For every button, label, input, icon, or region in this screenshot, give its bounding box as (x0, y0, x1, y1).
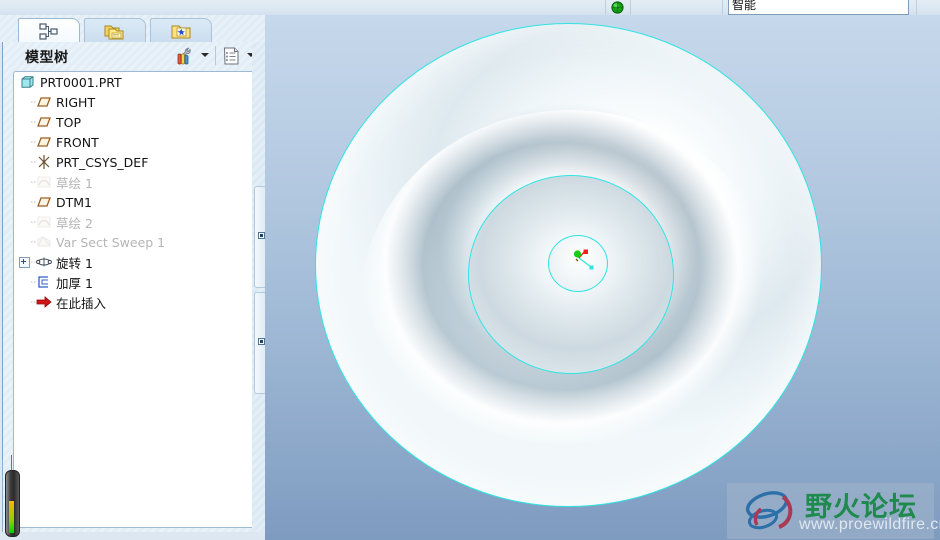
coordinate-system-triad (565, 240, 605, 280)
tree-item-label: PRT0001.PRT (40, 74, 122, 90)
tab-folder-browser[interactable] (84, 18, 146, 44)
folder-stack-icon (103, 22, 127, 41)
tree-guide-line (14, 292, 36, 312)
toolbar-separator (916, 0, 917, 15)
datum-plane-icon (36, 94, 52, 110)
list-icon[interactable] (221, 46, 241, 69)
tree-item-5[interactable]: 草绘 1 (14, 172, 254, 192)
smart-selection-field[interactable]: 智能 (728, 0, 901, 15)
tree-item-label: RIGHT (56, 94, 96, 110)
tree-item-label: Var Sect Sweep 1 (56, 234, 166, 250)
tree-guide-line (14, 232, 36, 252)
toolbar-separator (605, 0, 606, 15)
tree-item-label: DTM1 (56, 194, 92, 210)
sketch-icon (36, 214, 52, 230)
tree-item-10[interactable]: 加厚 1 (14, 272, 254, 292)
tree-guide-line (14, 132, 36, 152)
page-title: 模型树 (25, 50, 69, 66)
tree-guide-line (14, 272, 36, 292)
thicken-icon (36, 274, 52, 290)
model-tree-panel-header: 模型树 (3, 42, 262, 70)
tab-favorites[interactable] (150, 18, 212, 44)
model-tree-icon (38, 22, 60, 41)
tab-model-tree[interactable] (18, 18, 80, 44)
tree-guide-line (14, 252, 36, 272)
tree-item-8[interactable]: Var Sect Sweep 1 (14, 232, 254, 252)
tree-item-2[interactable]: TOP (14, 112, 254, 132)
tree-item-label: FRONT (56, 134, 99, 150)
csys-icon (36, 154, 52, 170)
tree-item-label: TOP (56, 114, 82, 130)
tree-guide-line (14, 152, 36, 172)
smart-selection-field-extension[interactable] (896, 0, 909, 15)
tree-guide-line (14, 92, 36, 112)
tree-item-4[interactable]: PRT_CSYS_DEF (14, 152, 254, 172)
tree-item-7[interactable]: 草绘 2 (14, 212, 254, 232)
insert-here-icon (36, 294, 52, 310)
tree-item-6[interactable]: DTM1 (14, 192, 254, 212)
tree-item-label: 加厚 1 (56, 275, 93, 291)
part-icon (20, 74, 36, 90)
watermark-url: www.proewildfire.cn (799, 516, 940, 533)
regeneration-gauge[interactable] (5, 470, 20, 537)
datum-plane-icon (36, 194, 52, 210)
tree-guide-line (14, 212, 36, 232)
forum-logo-icon (735, 489, 801, 538)
datum-plane-icon (36, 134, 52, 150)
model-tree-list[interactable]: PRT0001.PRT RIGHT TOP FRONT PRT_CSYS_DEF 草绘 1… (13, 71, 255, 528)
top-toolbar: 智能 (0, 0, 940, 16)
tree-item-label: 草绘 1 (56, 175, 93, 191)
watermark: 野火论坛 www.proewildfire.cn (727, 483, 940, 539)
tree-item-label: PRT_CSYS_DEF (56, 154, 149, 170)
model-tree-panel: 模型树 PRT0001.PRT RIGHT TOP FRONT PRT_CSYS… (2, 42, 262, 532)
sketch-icon (36, 174, 52, 190)
tree-item-9[interactable]: 旋转 1 (14, 252, 254, 272)
tree-guide-line (14, 192, 36, 212)
tree-guide-line (14, 112, 36, 132)
chevron-down-icon[interactable] (201, 53, 209, 57)
toolbar-separator (630, 0, 631, 15)
tree-item-1[interactable]: RIGHT (14, 92, 254, 112)
tree-guide-line (14, 172, 36, 192)
tree-item-label: 旋转 1 (56, 255, 93, 271)
toolbar-separator (722, 0, 723, 15)
panel-left-border (2, 42, 3, 460)
gauge-stem (11, 455, 12, 471)
header-divider (215, 46, 216, 65)
tree-item-label: 在此插入 (56, 295, 107, 311)
tree-item-3[interactable]: FRONT (14, 132, 254, 152)
folder-star-icon (169, 22, 193, 41)
revolve-icon (36, 254, 52, 270)
application-window: 智能 模型树 PRT0001.PRT RIGHT TOP FRONT PRT_C… (0, 0, 940, 540)
datum-plane-icon (36, 114, 52, 130)
sweep-icon (36, 234, 52, 250)
tree-item-label: 草绘 2 (56, 215, 93, 231)
green-globe-icon[interactable] (611, 1, 624, 14)
graphics-viewport[interactable]: 野火论坛 www.proewildfire.cn (265, 15, 940, 540)
navigator-tab-row (0, 15, 265, 44)
gauge-fill (9, 501, 14, 533)
tools-icon[interactable] (175, 46, 195, 69)
tree-item-root[interactable]: PRT0001.PRT (14, 72, 254, 92)
tree-item-11[interactable]: 在此插入 (14, 292, 254, 312)
